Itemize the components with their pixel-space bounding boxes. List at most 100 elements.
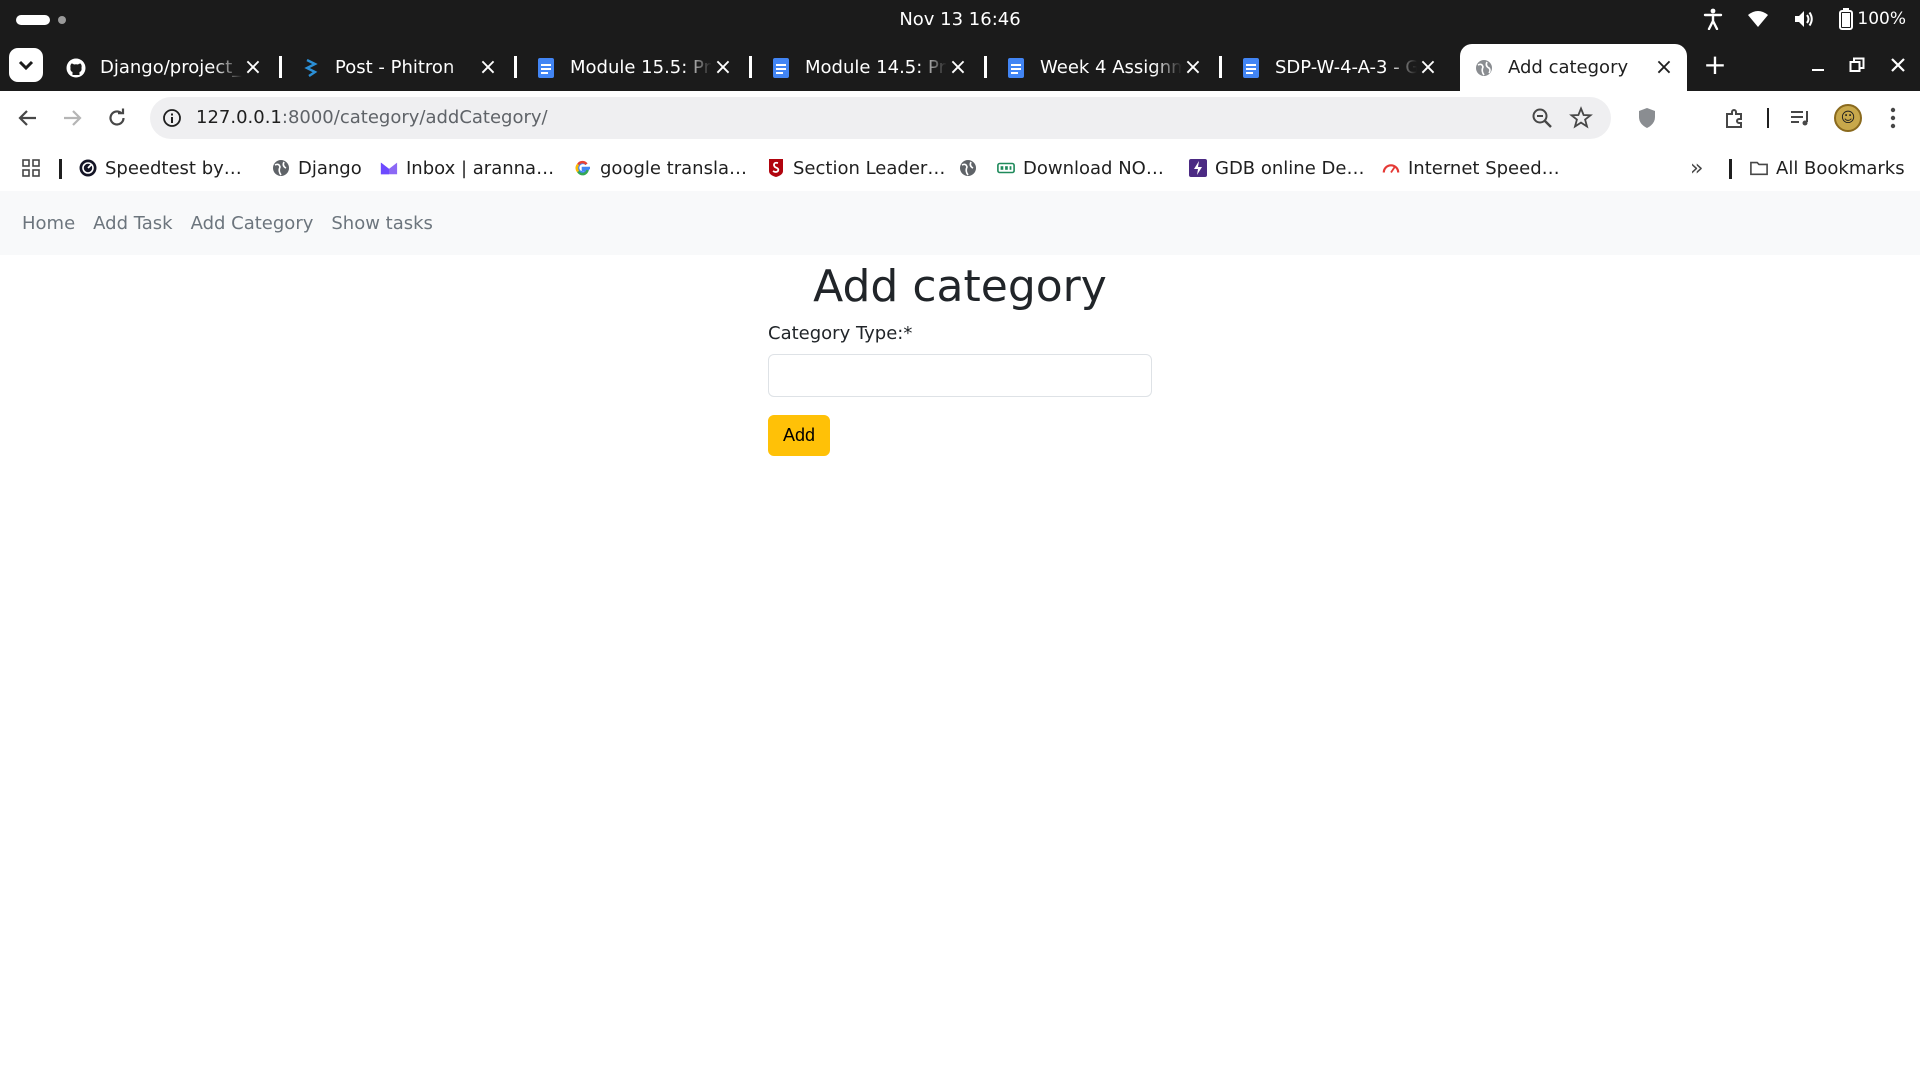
reload-button[interactable] bbox=[102, 103, 132, 133]
tab-title: Add category bbox=[1508, 57, 1629, 78]
tab-django-project[interactable]: Django/project_4 × bbox=[52, 44, 276, 91]
docs-icon bbox=[1006, 57, 1026, 78]
google-icon bbox=[574, 159, 592, 177]
tab-separator bbox=[984, 56, 987, 78]
bookmark-label: Django bbox=[298, 157, 362, 179]
info-icon[interactable] bbox=[162, 108, 182, 128]
close-icon[interactable]: × bbox=[1653, 56, 1675, 79]
bookmark-label: Section Leader… bbox=[793, 157, 946, 179]
back-button[interactable] bbox=[13, 103, 43, 133]
globe-icon bbox=[1474, 58, 1494, 78]
tab-title: Module 15.5: Prac bbox=[570, 57, 712, 78]
media-controls-icon[interactable] bbox=[1788, 105, 1814, 131]
minimize-button[interactable] bbox=[1804, 51, 1832, 79]
nav-add-task-link[interactable]: Add Task bbox=[93, 213, 172, 234]
bookmark-globe[interactable] bbox=[959, 155, 977, 181]
bookmark-label: Inbox | aranna… bbox=[406, 157, 555, 179]
all-bookmarks-label: All Bookmarks bbox=[1776, 157, 1905, 179]
shield-extension-icon[interactable] bbox=[1634, 105, 1660, 131]
tab-sdp-w-4-a-3[interactable]: SDP-W-4-A-3 - Go × bbox=[1227, 44, 1451, 91]
download-icon bbox=[997, 159, 1015, 177]
folder-icon bbox=[1750, 159, 1768, 177]
system-tray[interactable]: 100% bbox=[1703, 8, 1906, 30]
category-type-input[interactable] bbox=[768, 354, 1152, 397]
bookmark-speedtest[interactable]: Speedtest by… bbox=[79, 155, 242, 181]
plus-icon: + bbox=[1703, 47, 1727, 81]
docs-icon bbox=[1241, 57, 1261, 78]
battery-status[interactable]: 100% bbox=[1839, 8, 1906, 30]
close-icon[interactable]: × bbox=[1182, 56, 1204, 79]
nav-show-tasks-link[interactable]: Show tasks bbox=[331, 213, 433, 234]
extensions-puzzle-icon[interactable] bbox=[1722, 105, 1748, 131]
tab-separator bbox=[279, 56, 282, 78]
tab-title: SDP-W-4-A-3 - Go bbox=[1275, 57, 1417, 78]
arrow-right-icon bbox=[64, 110, 82, 126]
wifi-icon[interactable] bbox=[1747, 10, 1769, 28]
tab-title: Post - Phitron bbox=[335, 57, 455, 78]
address-bar[interactable]: 127.0.0.1:8000/category/addCategory/ bbox=[150, 97, 1611, 139]
close-icon[interactable]: × bbox=[477, 56, 499, 79]
bookmark-internet-speed[interactable]: Internet Speed… bbox=[1382, 155, 1560, 181]
bookmark-star-icon[interactable] bbox=[1569, 106, 1593, 130]
bookmark-separator bbox=[59, 159, 62, 179]
arrow-left-icon bbox=[18, 110, 36, 126]
chevron-double-right-icon: » bbox=[1690, 155, 1704, 181]
tab-module-14-5[interactable]: Module 14.5: Prac × bbox=[757, 44, 981, 91]
bookmark-inbox[interactable]: Inbox | aranna… bbox=[380, 155, 554, 181]
tab-module-15-5[interactable]: Module 15.5: Prac × bbox=[522, 44, 746, 91]
url-path: :8000/category/addCategory/ bbox=[281, 107, 548, 128]
speedtest-icon bbox=[79, 159, 97, 177]
category-type-label: Category Type:* bbox=[768, 323, 913, 344]
system-clock[interactable]: Nov 13 16:46 bbox=[0, 9, 1920, 30]
bookmark-label: Speedtest by… bbox=[105, 157, 242, 179]
close-icon[interactable]: × bbox=[712, 56, 734, 79]
bookmark-django[interactable]: Django bbox=[272, 155, 362, 181]
new-tab-button[interactable]: + bbox=[1700, 47, 1730, 81]
bookmark-section-leader[interactable]: Section Leader… bbox=[767, 155, 945, 181]
tab-search-button[interactable] bbox=[9, 48, 43, 82]
docs-icon bbox=[536, 57, 556, 78]
tab-add-category[interactable]: Add category × bbox=[1460, 44, 1687, 91]
bookmark-label: GDB online De… bbox=[1215, 157, 1365, 179]
nav-home-link[interactable]: Home bbox=[22, 213, 75, 234]
more-bookmarks-button[interactable]: » bbox=[1690, 155, 1703, 181]
close-icon[interactable]: × bbox=[947, 56, 969, 79]
close-icon[interactable]: × bbox=[242, 56, 264, 79]
restore-button[interactable] bbox=[1843, 51, 1871, 79]
docs-icon bbox=[771, 57, 791, 78]
all-bookmarks-button[interactable]: All Bookmarks bbox=[1750, 155, 1905, 181]
browser-tab-strip: Django/project_4 × Post - Phitron × Modu… bbox=[0, 39, 1920, 91]
proton-mail-icon bbox=[380, 159, 398, 177]
minimize-icon bbox=[1812, 69, 1824, 71]
bookmark-google-translate[interactable]: google transla… bbox=[574, 155, 747, 181]
apps-button[interactable] bbox=[22, 155, 40, 181]
tab-week-4-assignment[interactable]: Week 4 Assignme × bbox=[992, 44, 1216, 91]
bookmark-gdb-online[interactable]: GDB online De… bbox=[1189, 155, 1364, 181]
battery-percent: 100% bbox=[1857, 9, 1906, 29]
close-window-button[interactable] bbox=[1884, 51, 1912, 79]
volume-icon[interactable] bbox=[1793, 9, 1815, 29]
close-icon[interactable]: × bbox=[1417, 56, 1439, 79]
page-title: Add category bbox=[813, 261, 1107, 312]
browser-toolbar: 127.0.0.1:8000/category/addCategory/ ☺ bbox=[0, 91, 1920, 145]
tab-title: Week 4 Assignme bbox=[1040, 57, 1182, 78]
zoom-icon[interactable] bbox=[1531, 107, 1553, 129]
battery-icon bbox=[1839, 8, 1854, 30]
tab-post-phitron[interactable]: Post - Phitron × bbox=[287, 44, 511, 91]
profile-avatar[interactable]: ☺ bbox=[1834, 104, 1862, 132]
forward-button[interactable] bbox=[57, 103, 87, 133]
add-button[interactable]: Add bbox=[768, 415, 830, 456]
speedometer-icon bbox=[1382, 159, 1400, 177]
gdb-icon bbox=[1189, 159, 1207, 177]
nav-add-category-link[interactable]: Add Category bbox=[191, 213, 314, 234]
accessibility-icon[interactable] bbox=[1703, 8, 1723, 30]
bookmark-separator bbox=[1729, 159, 1732, 179]
tab-separator bbox=[1219, 56, 1222, 78]
bookmark-download[interactable]: Download NO… bbox=[997, 155, 1164, 181]
bookmark-label: Download NO… bbox=[1023, 157, 1164, 179]
stanford-icon bbox=[767, 159, 785, 177]
bookmark-label: google transla… bbox=[600, 157, 747, 179]
menu-kebab-icon[interactable] bbox=[1880, 105, 1906, 131]
bookmarks-bar: Speedtest by… Django Inbox | aranna… goo… bbox=[0, 145, 1920, 191]
url-text[interactable]: 127.0.0.1:8000/category/addCategory/ bbox=[196, 107, 548, 128]
